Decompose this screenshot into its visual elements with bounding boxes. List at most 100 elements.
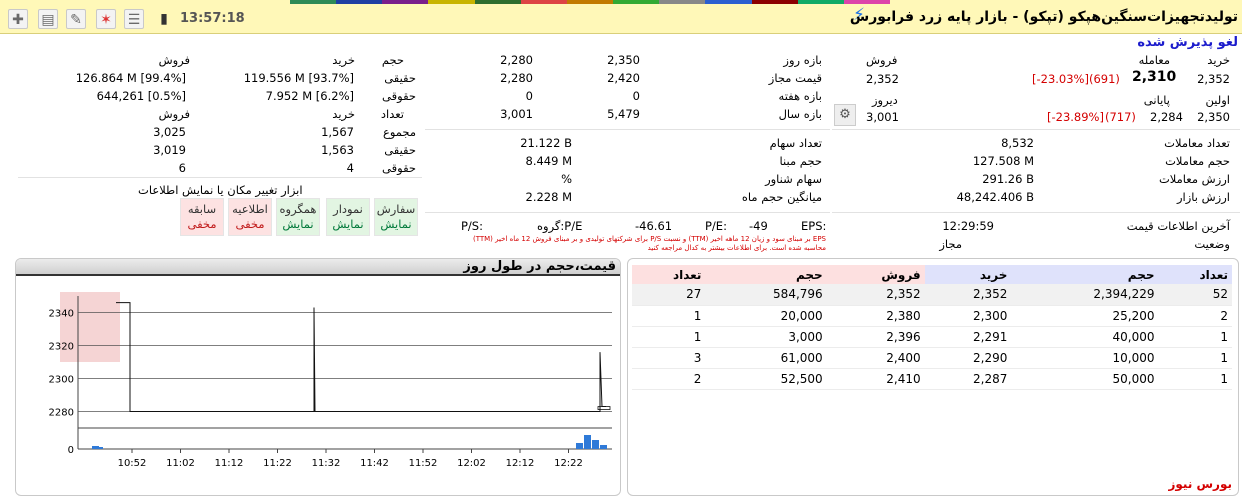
- stat-value: 8,532: [1001, 136, 1034, 150]
- chart-bars-icon[interactable]: ▮: [154, 9, 174, 29]
- buy-price: 2,352: [924, 284, 1012, 306]
- market-tab[interactable]: [474, 0, 521, 4]
- trade-label: معامله: [1138, 53, 1170, 67]
- table-row[interactable]: 1 20,000 2,380 2,300 25,200 2: [632, 305, 1232, 327]
- market-tab[interactable]: [613, 0, 660, 4]
- stat-label: سهام شناور: [765, 172, 822, 186]
- market-tab[interactable]: [566, 0, 614, 4]
- stat-label: حجم مبنا: [779, 154, 822, 168]
- network-icon[interactable]: ✶: [96, 9, 116, 29]
- market-tab[interactable]: [705, 0, 752, 4]
- market-tab[interactable]: [290, 0, 337, 4]
- market-tab[interactable]: [797, 0, 844, 4]
- table-row[interactable]: 3 61,000 2,400 2,290 10,000 1: [632, 347, 1232, 369]
- col-sell-volume: حجم: [705, 265, 827, 284]
- range-value: 0: [632, 89, 640, 103]
- stat-value: 8.449 M: [525, 154, 573, 168]
- stat-value: %: [561, 172, 572, 186]
- x-tick-label: 11:32: [312, 458, 341, 469]
- close-change-percent: [-23.89%]: [1047, 110, 1104, 124]
- buy-count: 1: [1158, 368, 1232, 390]
- col-header: حجم: [381, 53, 404, 67]
- button-label: نمودار: [333, 202, 363, 216]
- y-tick-label: 2320: [49, 342, 74, 353]
- volume-value: 644,261 [0.5%]: [96, 89, 186, 103]
- market-tab[interactable]: [428, 0, 475, 4]
- buy-volume: 40,000: [1011, 326, 1159, 348]
- button-state: مخفی: [235, 217, 265, 231]
- col-buy-count: تعداد: [1158, 265, 1232, 284]
- sell-count: 2: [632, 368, 706, 390]
- sell-volume: 20,000: [705, 305, 827, 327]
- intraday-chart[interactable]: 2280 2300 2320 2340 0 10:52 11:02 11:12 11:22 11:…: [16, 276, 620, 495]
- trade-change-percent: [-23.03%]: [1032, 72, 1089, 86]
- order-book-table: تعداد حجم فروش خرید حجم تعداد 27 584,796…: [632, 265, 1232, 390]
- buy-count: 1: [1158, 347, 1232, 369]
- symbol-status: لغو پذیرش شده: [1137, 35, 1238, 50]
- col-buy-price: خرید: [924, 265, 1012, 284]
- trade-stats-panel: تعداد معاملات 8,532 حجم معاملات 127.508 …: [832, 135, 1240, 213]
- volume-bar: [96, 447, 103, 449]
- stat-label: میانگین حجم ماه: [741, 190, 822, 204]
- sell-volume: 52,500: [705, 368, 827, 390]
- buy-label: خرید: [1207, 53, 1230, 67]
- volume-tick-label: 0: [68, 445, 74, 456]
- range-value: 2,280: [500, 53, 533, 67]
- list-icon[interactable]: ☰: [124, 9, 144, 29]
- sell-count: 1: [632, 305, 706, 327]
- market-tab[interactable]: [843, 0, 891, 4]
- symbol-title: تولیدتجهیزات‌سنگین‌هپکو (تپکو) - بازار پ…: [849, 9, 1238, 25]
- edit-icon[interactable]: ✎: [66, 9, 86, 29]
- last-update-time: 12:29:59: [942, 219, 994, 233]
- brand-logo-text: بورس نیوز: [1168, 477, 1232, 491]
- market-tabs-strip[interactable]: [290, 0, 891, 4]
- volume-value: 7.952 M [6.2%]: [265, 89, 354, 103]
- button-state: نمایش: [332, 217, 364, 231]
- toggle-chart-button[interactable]: نمودار نمایش: [326, 198, 370, 236]
- table-row[interactable]: 27 584,796 2,352 2,352 2,394,229 52: [632, 284, 1232, 306]
- toggle-history-button[interactable]: سابقه مخفی: [180, 198, 224, 236]
- settings-sliders-icon[interactable]: ⚙: [834, 104, 856, 126]
- range-value: 2,350: [607, 53, 640, 67]
- market-tab[interactable]: [659, 0, 706, 4]
- toggle-peers-button[interactable]: همگروه نمایش: [276, 198, 320, 236]
- x-tick-label: 11:22: [263, 458, 292, 469]
- clock-time: 13:57:18: [180, 11, 245, 26]
- state-value: مجاز: [939, 237, 962, 251]
- col-sell-price: فروش: [826, 265, 925, 284]
- sell-count: 27: [632, 284, 706, 306]
- yesterday-price: 3,001: [866, 110, 899, 124]
- volume-bar: [600, 445, 607, 449]
- market-tab[interactable]: [751, 0, 798, 4]
- share-stats-panel: تعداد سهام 21.122 B حجم مبنا 8.449 M سها…: [425, 135, 830, 213]
- table-row[interactable]: 2 52,500 2,410 2,287 50,000 1: [632, 368, 1232, 390]
- volume-bar: [592, 440, 599, 449]
- sell-price: 2,400: [826, 347, 925, 369]
- count-value: 1,567: [321, 125, 354, 139]
- document-icon[interactable]: ▤: [38, 9, 58, 29]
- add-icon[interactable]: ✚: [8, 9, 28, 29]
- market-tab[interactable]: [382, 0, 429, 4]
- toggle-announcements-button[interactable]: اطلاعیه مخفی: [228, 198, 272, 236]
- market-tab[interactable]: [336, 0, 383, 4]
- first-price: 2,350: [1197, 110, 1230, 124]
- y-tick-label: 2300: [49, 375, 74, 386]
- col-header: خرید: [332, 53, 355, 67]
- sell-label: فروش: [866, 53, 898, 67]
- x-tick-label: 11:12: [215, 458, 244, 469]
- market-tab[interactable]: [520, 0, 567, 4]
- stat-value: 21.122 B: [520, 136, 572, 150]
- toggle-orders-button[interactable]: سفارش نمایش: [374, 198, 418, 236]
- table-row[interactable]: 1 3,000 2,396 2,291 40,000 1: [632, 326, 1232, 348]
- col-buy-volume: حجم: [1011, 265, 1159, 284]
- x-tick-label: 12:12: [506, 458, 535, 469]
- range-value: 2,420: [607, 71, 640, 85]
- count-value: 4: [346, 161, 354, 175]
- sell-price: 2,352: [826, 284, 925, 306]
- row-label: حقیقی: [384, 71, 416, 85]
- range-label: بازه روز: [783, 53, 822, 67]
- close-price: 2,284: [1150, 110, 1183, 124]
- chart-title: قیمت،حجم در طول روز: [463, 259, 616, 274]
- volume-value: 119.556 M [93.7%]: [243, 71, 354, 85]
- range-value: 2,280: [500, 71, 533, 85]
